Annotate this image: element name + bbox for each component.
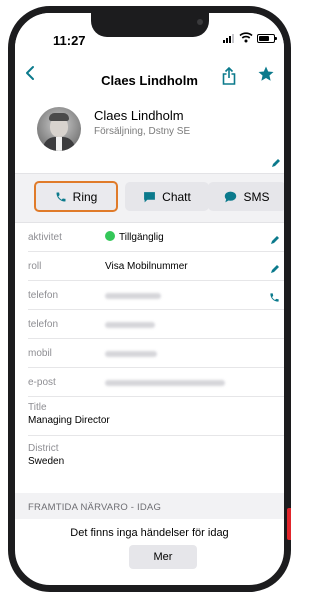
district-label: District <box>28 443 59 454</box>
field-label: aktivitet <box>28 232 62 243</box>
message-bubble-icon <box>225 191 237 202</box>
sms-label: SMS <box>243 189 270 204</box>
screen: 11:27 Claes Lindholm Claes Lindholm Förs… <box>8 6 291 592</box>
status-bar: 11:27 <box>15 13 284 57</box>
page-title: Claes Lindholm <box>101 73 198 88</box>
title-label: Title <box>28 402 47 413</box>
phone-icon <box>56 192 66 201</box>
field-row-mobil[interactable]: mobil <box>28 339 284 368</box>
pencil-icon <box>272 159 280 167</box>
field-row-roll[interactable]: roll Visa Mobilnummer <box>28 252 284 281</box>
chat-icon <box>144 191 156 202</box>
district-value: Sweden <box>28 456 65 467</box>
field-label: telefon <box>28 290 59 301</box>
field-row-telefon[interactable]: telefon <box>28 281 284 310</box>
chatt-button[interactable]: Chatt <box>125 182 209 211</box>
field-label: telefon <box>28 319 59 330</box>
camera-dot <box>197 19 203 25</box>
divider <box>28 435 284 436</box>
wifi-icon <box>239 32 253 43</box>
ring-label: Ring <box>72 189 98 204</box>
share-button[interactable] <box>222 66 236 90</box>
phone-frame: 11:27 Claes Lindholm Claes Lindholm Förs… <box>0 0 291 592</box>
chatt-label: Chatt <box>162 189 191 204</box>
star-icon <box>258 66 274 81</box>
section-header-presence: FRAMTIDA NÄRVARO - IDAG <box>15 493 284 519</box>
section-title: FRAMTIDA NÄRVARO - IDAG <box>28 502 162 513</box>
notch <box>91 13 209 37</box>
phone-icon <box>270 293 279 302</box>
profile-subtitle: Försäljning, Dstny SE <box>94 126 191 137</box>
available-status-dot <box>105 231 115 241</box>
field-label: mobil <box>28 348 52 359</box>
side-button-overlay <box>287 508 291 540</box>
field-row-aktivitet[interactable]: aktivitet Tillgänglig <box>28 223 284 252</box>
avatar <box>37 107 81 151</box>
field-label: e-post <box>28 377 56 388</box>
field-row-epost[interactable]: e-post <box>28 368 284 397</box>
status-value: Tillgänglig <box>105 231 164 243</box>
edit-role-button[interactable] <box>270 261 280 279</box>
home-indicator <box>117 587 217 591</box>
pencil-icon <box>271 236 279 244</box>
role-value: Visa Mobilnummer <box>105 261 188 272</box>
sms-button[interactable]: SMS <box>208 182 284 211</box>
action-bar: Ring Chatt SMS <box>15 173 284 223</box>
favorite-button[interactable] <box>257 65 275 87</box>
title-value: Managing Director <box>28 415 110 426</box>
field-label: roll <box>28 261 42 272</box>
profile-name: Claes Lindholm <box>94 108 184 123</box>
status-text: Tillgänglig <box>119 232 164 243</box>
redacted-value <box>105 380 225 386</box>
more-button[interactable]: Mer <box>129 545 197 569</box>
edit-status-button[interactable] <box>270 232 280 250</box>
share-icon <box>222 66 236 85</box>
edit-profile-button[interactable] <box>271 155 281 173</box>
ring-button[interactable]: Ring <box>34 181 118 212</box>
navigation-bar: Claes Lindholm <box>15 57 284 93</box>
redacted-value <box>105 351 157 357</box>
signal-icon <box>223 34 234 43</box>
redacted-value <box>105 293 161 299</box>
pencil-icon <box>271 265 279 273</box>
redacted-value <box>105 322 155 328</box>
call-telefon-button[interactable] <box>269 290 280 308</box>
field-row-telefon[interactable]: telefon <box>28 310 284 339</box>
status-time: 11:27 <box>53 33 86 48</box>
battery-icon <box>257 34 277 43</box>
empty-events-message: Det finns inga händelser för idag <box>70 527 229 539</box>
